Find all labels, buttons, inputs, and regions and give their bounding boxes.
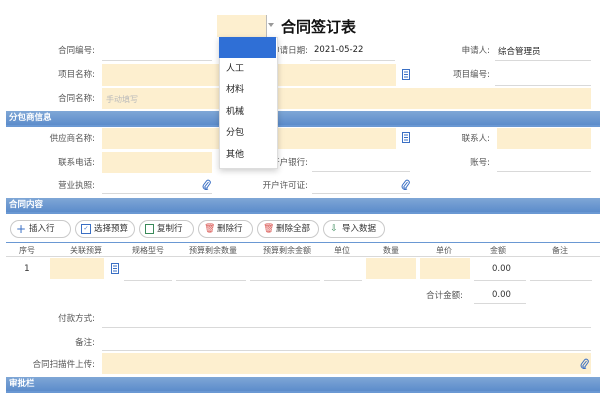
- table-header-bottom-line: [6, 256, 600, 257]
- dropdown-option-other[interactable]: 其他: [219, 145, 276, 166]
- contract-no-field[interactable]: [102, 60, 212, 61]
- chevron-down-icon[interactable]: [268, 23, 274, 27]
- select-budget-button[interactable]: ✓ 选择预算: [75, 220, 135, 238]
- section-contract-divider: [6, 212, 600, 214]
- contract-name-label: 合同名称:: [58, 94, 95, 104]
- list-icon[interactable]: [402, 69, 410, 80]
- remark-field[interactable]: [102, 350, 591, 351]
- unit-price-cell[interactable]: [420, 258, 470, 279]
- applicant-label: 申请人:: [461, 46, 490, 56]
- dropdown-option-labor[interactable]: 人工: [219, 59, 276, 80]
- applicant-value: 综合管理员: [498, 47, 541, 57]
- total-value: 0.00: [492, 290, 511, 300]
- table-header-top-line: [6, 242, 600, 243]
- list-icon[interactable]: [402, 132, 410, 143]
- account-field[interactable]: [497, 171, 591, 172]
- delete-row-button[interactable]: 🗑 删除行: [198, 220, 253, 238]
- remark-label: 备注:: [75, 338, 95, 348]
- contact-label: 联系人:: [461, 134, 490, 144]
- col-amount: 金额: [490, 246, 506, 255]
- import-icon: ⇩: [330, 224, 338, 234]
- budget-link-cell[interactable]: [50, 258, 104, 279]
- select-divider: [266, 15, 267, 37]
- contact-field[interactable]: [497, 128, 591, 149]
- section-approval: 审批栏: [6, 377, 600, 391]
- contract-name-field[interactable]: [102, 88, 591, 109]
- dropdown-option-machinery[interactable]: 机械: [219, 102, 276, 123]
- page-title: 合同签订表: [281, 18, 357, 36]
- section-approval-divider: [6, 391, 600, 393]
- copy-row-button[interactable]: 复制行: [139, 220, 194, 238]
- unit-cell[interactable]: [324, 280, 362, 281]
- remaining-qty-cell: [176, 280, 246, 281]
- col-budget-link: 关联预算: [70, 246, 102, 255]
- amount-cell: 0.00: [492, 264, 511, 274]
- col-remaining-amount: 预算剩余金额: [263, 246, 311, 255]
- apply-date-underline: [310, 60, 395, 61]
- permit-label: 开户许可证:: [262, 181, 308, 191]
- col-unit: 单位: [334, 246, 350, 255]
- remark-cell[interactable]: [530, 280, 592, 281]
- insert-row-button[interactable]: + 插入行: [10, 220, 71, 238]
- project-no-field[interactable]: [495, 85, 591, 86]
- trash-icon: 🗑: [204, 224, 216, 234]
- select-icon: ✓: [81, 224, 91, 234]
- payment-field[interactable]: [102, 327, 591, 328]
- project-no-label: 项目编号:: [453, 70, 490, 80]
- license-label: 营业执照:: [58, 181, 95, 191]
- quantity-cell[interactable]: [366, 258, 416, 279]
- contract-name-placeholder: 手动填写: [106, 95, 138, 104]
- col-index: 序号: [19, 246, 35, 255]
- section-subcontractor-divider: [6, 125, 600, 127]
- section-subcontractor: 分包商信息: [6, 111, 600, 125]
- contract-no-label: 合同编号:: [58, 46, 95, 56]
- paperclip-icon[interactable]: [202, 179, 211, 190]
- account-label: 账号:: [470, 158, 490, 168]
- supplier-label: 供应商名称:: [49, 134, 95, 144]
- total-label: 合计金额:: [426, 291, 463, 301]
- col-remaining-qty: 预算剩余数量: [189, 246, 237, 255]
- dropdown-option-subcontract[interactable]: 分包: [219, 123, 276, 144]
- license-field[interactable]: [102, 193, 212, 194]
- col-spec: 规格型号: [132, 246, 164, 255]
- import-data-button[interactable]: ⇩ 导入数据: [323, 220, 385, 238]
- total-underline: [474, 303, 526, 304]
- dropdown-option-empty[interactable]: [219, 37, 276, 58]
- delete-all-button[interactable]: 🗑 删除全部: [257, 220, 319, 238]
- col-quantity: 数量: [383, 246, 399, 255]
- bank-field[interactable]: [312, 171, 410, 172]
- paperclip-icon[interactable]: [580, 358, 589, 369]
- apply-date-value[interactable]: 2021-05-22: [314, 45, 363, 55]
- applicant-underline: [495, 60, 591, 61]
- row-index: 1: [24, 264, 30, 274]
- dropdown-option-material[interactable]: 材料: [219, 80, 276, 101]
- permit-field[interactable]: [312, 193, 410, 194]
- project-name-label: 项目名称:: [58, 70, 95, 80]
- section-contract-content: 合同内容: [6, 198, 600, 212]
- contract-type-select[interactable]: [217, 15, 266, 37]
- phone-label: 联系电话:: [58, 158, 95, 168]
- phone-field[interactable]: [102, 152, 212, 173]
- attachment-field[interactable]: [102, 353, 591, 374]
- trash-all-icon: 🗑: [263, 224, 275, 234]
- col-remark: 备注: [552, 246, 568, 255]
- payment-label: 付款方式:: [58, 314, 95, 324]
- attachment-label: 合同扫描件上传:: [32, 360, 95, 370]
- copy-icon: [145, 224, 154, 234]
- spec-cell[interactable]: [124, 280, 172, 281]
- paperclip-icon[interactable]: [401, 179, 410, 190]
- amount-underline: [474, 280, 526, 281]
- plus-icon: +: [16, 222, 27, 236]
- col-unit-price: 单价: [436, 246, 452, 255]
- list-icon[interactable]: [111, 263, 119, 274]
- remaining-amount-cell: [250, 280, 320, 281]
